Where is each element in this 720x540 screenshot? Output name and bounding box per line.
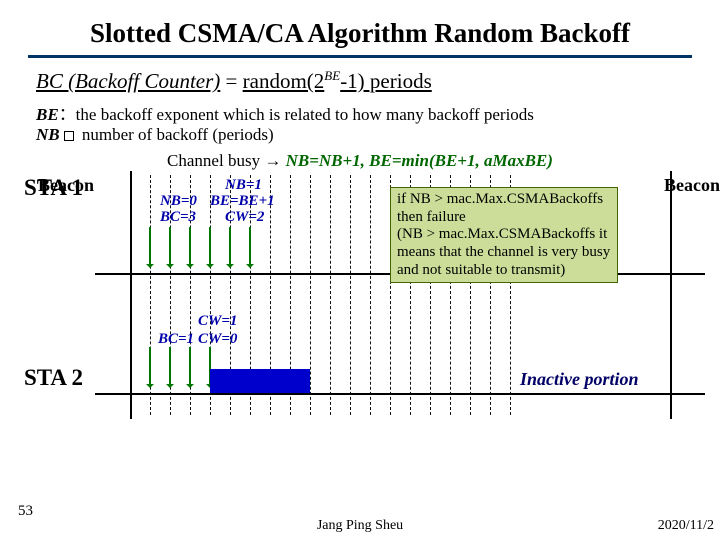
nb-text: number of backoff (periods) bbox=[78, 125, 274, 144]
slot-line bbox=[370, 175, 371, 415]
arrow-icon: → bbox=[260, 151, 286, 170]
sta2-label: STA 2 bbox=[24, 365, 83, 391]
arrow-icon bbox=[149, 347, 151, 387]
rule-upd: NB=NB+1, BE=min(BE+1, aMaxBE) bbox=[286, 151, 553, 170]
arrow-icon bbox=[169, 347, 171, 387]
be-var: BE bbox=[36, 105, 59, 124]
definitions: BE：the backoff exponent which is related… bbox=[36, 100, 684, 145]
anno-nb0: NB=0 bbox=[160, 193, 197, 210]
anno-cw2: CW=2 bbox=[225, 209, 264, 226]
arrow-icon bbox=[189, 227, 191, 267]
slot-line bbox=[350, 175, 351, 415]
note-box: if NB > mac.Max.CSMABackoffs then failur… bbox=[390, 187, 618, 283]
footer-date: 2020/11/2 bbox=[658, 518, 714, 534]
nb-var: NB bbox=[36, 125, 60, 144]
formula-rhs-a: random(2 bbox=[243, 69, 325, 93]
anno-bebe1: BE=BE+1 bbox=[210, 193, 275, 210]
busy-rule: Channel busy → NB=NB+1, BE=min(BE+1, aMa… bbox=[0, 151, 720, 171]
beacon-right-label: Beacon bbox=[664, 175, 720, 196]
sta1-label: STA 1 bbox=[24, 175, 83, 201]
timing-diagram: Beacon Beacon STA 1 STA 2 NB=0 BC=3 NB=1… bbox=[0, 175, 720, 435]
arrow-icon bbox=[189, 347, 191, 387]
beacon-bar-left bbox=[130, 171, 132, 419]
slot-line bbox=[330, 175, 331, 415]
tx-box bbox=[210, 369, 310, 393]
anno-nb1: NB=1 bbox=[225, 177, 262, 194]
title-rule bbox=[28, 55, 692, 58]
arrow-icon bbox=[209, 227, 211, 267]
formula-rhs-b: -1) periods bbox=[340, 69, 432, 93]
placeholder-box bbox=[64, 131, 74, 141]
arrow-icon bbox=[249, 227, 251, 267]
anno-cw0: CW=0 bbox=[198, 331, 237, 348]
anno-bc3: BC=3 bbox=[160, 209, 196, 226]
anno-cw1: CW=1 bbox=[198, 313, 237, 330]
arrow-icon bbox=[169, 227, 171, 267]
beacon-bar-right bbox=[670, 171, 672, 419]
formula-eq: = bbox=[220, 69, 242, 93]
formula-sup: BE bbox=[324, 68, 340, 83]
inactive-label: Inactive portion bbox=[520, 369, 639, 390]
sta2-baseline bbox=[95, 393, 705, 395]
be-text: ：the backoff exponent which is related t… bbox=[59, 105, 534, 124]
anno-bc1: BC=1 bbox=[158, 331, 194, 348]
slide-title: Slotted CSMA/CA Algorithm Random Backoff bbox=[0, 0, 720, 55]
arrow-icon bbox=[229, 227, 231, 267]
def-be: BE：the backoff exponent which is related… bbox=[36, 100, 684, 125]
def-nb: NB number of backoff (periods) bbox=[36, 125, 684, 145]
page-number: 53 bbox=[18, 503, 33, 520]
note-line1: if NB > mac.Max.CSMABackoffs then failur… bbox=[397, 191, 611, 226]
slot-line bbox=[310, 175, 311, 415]
bc-formula: BC (Backoff Counter) = random(2BE-1) per… bbox=[36, 68, 684, 94]
note-line2: (NB > mac.Max.CSMABackoffs it means that… bbox=[397, 226, 611, 279]
arrow-icon bbox=[149, 227, 151, 267]
formula-lhs: BC (Backoff Counter) bbox=[36, 69, 220, 93]
rule-pre: Channel busy bbox=[167, 151, 260, 170]
footer-author: Jang Ping Sheu bbox=[317, 518, 403, 534]
